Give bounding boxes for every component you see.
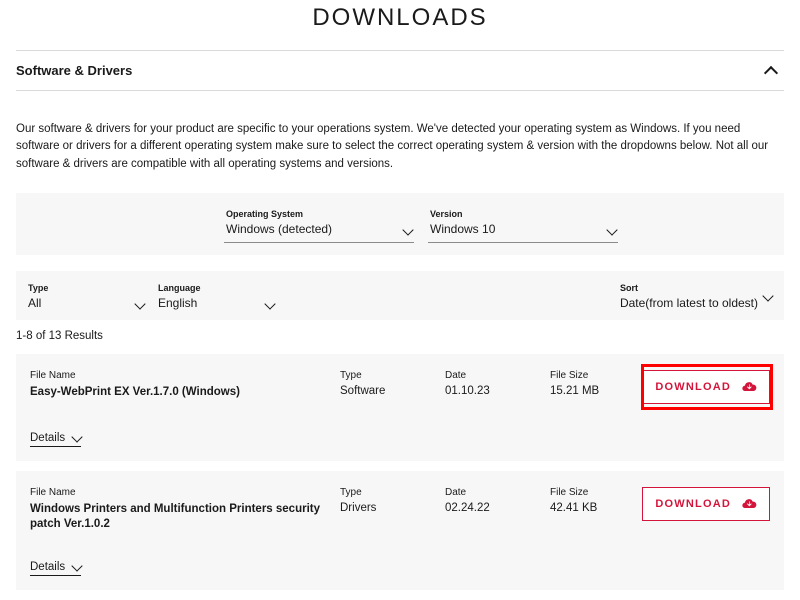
chevron-down-icon xyxy=(71,431,82,442)
details-toggle[interactable]: Details xyxy=(30,561,81,576)
col-date-label: Date xyxy=(445,370,540,381)
result-row: File Name Windows Printers and Multifunc… xyxy=(16,471,784,590)
version-label: Version xyxy=(430,209,495,219)
chevron-down-icon xyxy=(762,290,773,301)
chevron-down-icon xyxy=(264,298,275,309)
chevron-down-icon xyxy=(71,560,82,571)
version-dropdown[interactable]: Version Windows 10 xyxy=(428,205,618,243)
date-value: 01.10.23 xyxy=(445,385,540,397)
download-button[interactable]: DOWNLOAD xyxy=(642,487,770,521)
language-filter-dropdown[interactable]: Language English xyxy=(158,281,276,310)
col-size-label: File Size xyxy=(550,487,630,498)
lang-filter-value: English xyxy=(158,296,201,310)
page-title: DOWNLOADS xyxy=(0,0,800,50)
lang-filter-label: Language xyxy=(158,283,201,293)
secondary-filter-bar: Type All Language English Sort Date(from… xyxy=(16,271,784,320)
col-size-label: File Size xyxy=(550,370,630,381)
os-filter-bar: Operating System Windows (detected) Vers… xyxy=(16,193,784,255)
details-label: Details xyxy=(30,561,65,573)
accordion-software-drivers[interactable]: Software & Drivers xyxy=(16,50,784,91)
accordion-title: Software & Drivers xyxy=(16,63,132,78)
chevron-up-icon xyxy=(764,65,778,79)
type-filter-dropdown[interactable]: Type All xyxy=(28,281,146,310)
date-value: 02.24.22 xyxy=(445,502,540,514)
download-label: DOWNLOAD xyxy=(655,381,731,393)
sort-value: Date(from latest to oldest) xyxy=(620,296,758,310)
sort-label: Sort xyxy=(620,283,638,293)
os-value: Windows (detected) xyxy=(226,222,332,236)
chevron-down-icon xyxy=(402,224,413,235)
download-label: DOWNLOAD xyxy=(655,498,731,510)
download-button[interactable]: DOWNLOAD xyxy=(642,370,770,404)
chevron-down-icon xyxy=(134,298,145,309)
chevron-down-icon xyxy=(606,224,617,235)
cloud-download-icon xyxy=(741,379,757,395)
file-name: Easy-WebPrint EX Ver.1.7.0 (Windows) xyxy=(30,385,330,401)
intro-text: Our software & drivers for your product … xyxy=(0,91,800,193)
cloud-download-icon xyxy=(741,496,757,512)
details-label: Details xyxy=(30,432,65,444)
col-type-label: Type xyxy=(340,370,435,381)
os-label: Operating System xyxy=(226,209,332,219)
size-value: 42.41 KB xyxy=(550,502,630,514)
type-filter-label: Type xyxy=(28,283,48,293)
col-type-label: Type xyxy=(340,487,435,498)
results-count: 1-8 of 13 Results xyxy=(0,320,800,350)
size-value: 15.21 MB xyxy=(550,385,630,397)
col-file-label: File Name xyxy=(30,370,330,381)
type-value: Drivers xyxy=(340,502,435,514)
operating-system-dropdown[interactable]: Operating System Windows (detected) xyxy=(224,205,414,243)
type-filter-value: All xyxy=(28,296,48,310)
col-file-label: File Name xyxy=(30,487,330,498)
version-value: Windows 10 xyxy=(430,222,495,236)
file-name: Windows Printers and Multifunction Print… xyxy=(30,502,330,533)
col-date-label: Date xyxy=(445,487,540,498)
type-value: Software xyxy=(340,385,435,397)
sort-dropdown[interactable]: Sort Date(from latest to oldest) xyxy=(620,283,772,310)
details-toggle[interactable]: Details xyxy=(30,432,81,447)
result-row: File Name Easy-WebPrint EX Ver.1.7.0 (Wi… xyxy=(16,354,784,461)
